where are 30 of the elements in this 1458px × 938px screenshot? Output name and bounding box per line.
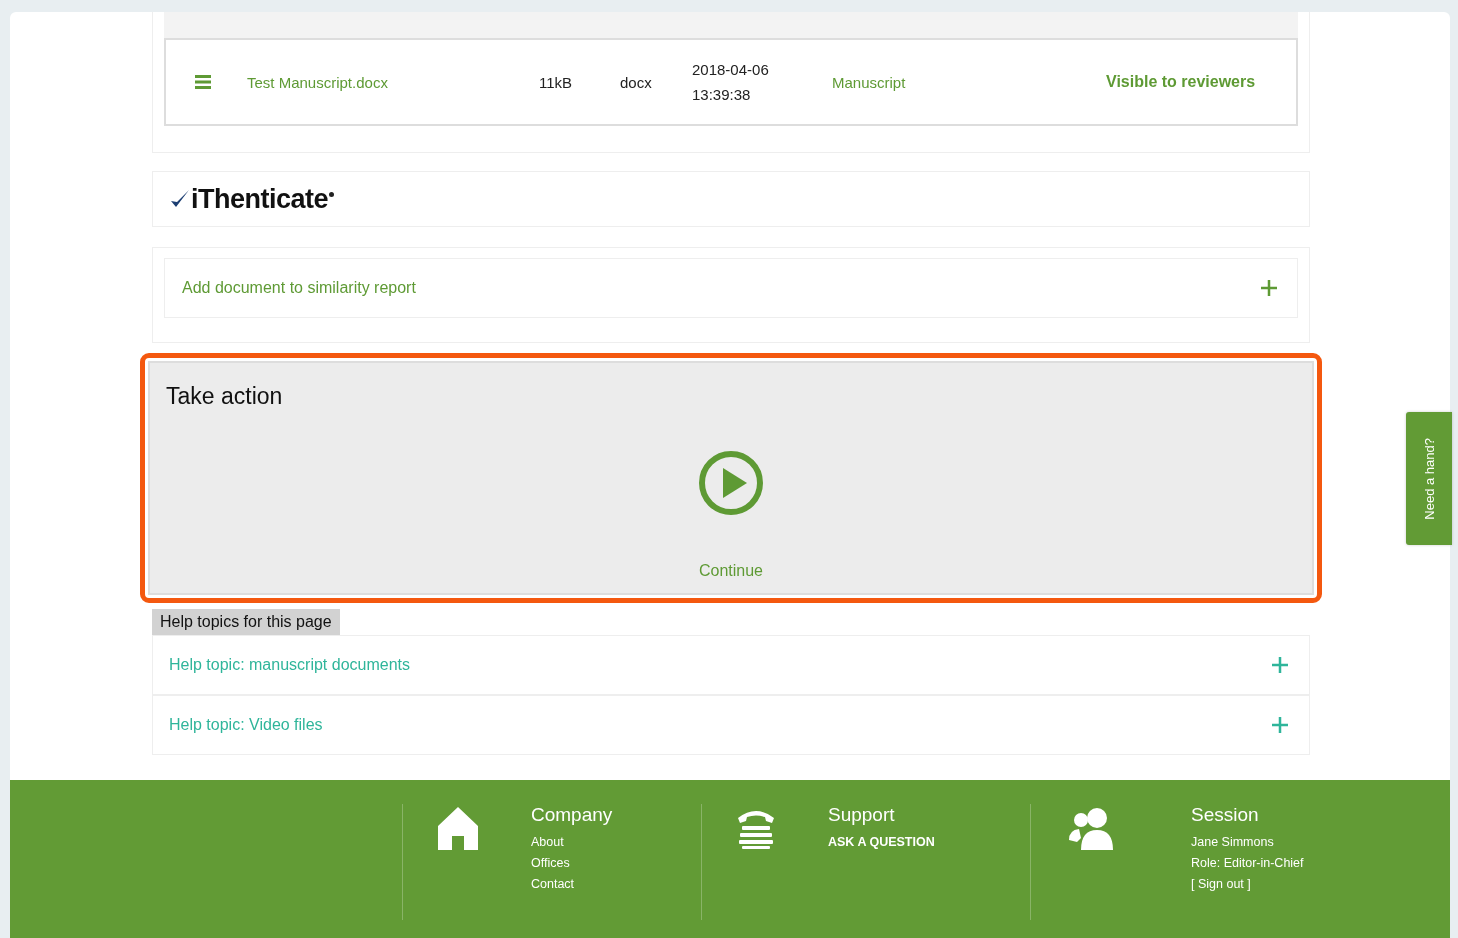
panel-title: Take action	[166, 383, 283, 410]
help-tab[interactable]: Need a hand?	[1406, 412, 1452, 545]
visibility-link[interactable]: Visible to reviewers	[1106, 73, 1256, 91]
help-heading: Help topics for this page	[152, 609, 340, 635]
footer-link[interactable]: About	[531, 832, 564, 853]
table-cell-text: docx	[620, 73, 653, 91]
footer-link[interactable]: Offices	[531, 853, 570, 874]
help-topic[interactable]: Help topic: Video files	[152, 695, 1310, 755]
help-topic[interactable]: Help topic: manuscript documents	[152, 635, 1310, 695]
continue-link[interactable]: Continue	[698, 562, 763, 580]
footer-link[interactable]: Role: Editor-in-Chief	[1191, 853, 1304, 874]
footer-link[interactable]: Contact	[531, 874, 575, 895]
plus-icon	[1260, 279, 1278, 297]
plus-icon	[1271, 656, 1289, 674]
footer-heading: Support	[828, 804, 895, 826]
footer-link[interactable]: ASK A QUESTION	[828, 832, 935, 853]
table-cell-text: 2018-04-06 13:39:38	[692, 60, 770, 105]
add-document-row[interactable]: Add document to similarity report	[164, 258, 1298, 318]
play-icon[interactable]	[698, 450, 764, 516]
home-icon	[437, 806, 479, 850]
footer-heading: Session	[1191, 804, 1259, 826]
footer-heading: Company	[531, 804, 613, 826]
file-type-link[interactable]: Manuscript	[832, 73, 1012, 91]
table-cell-text: 11kB	[539, 73, 574, 91]
menu-icon[interactable]	[195, 75, 211, 89]
ithenticate-logo: iThenticate	[169, 183, 335, 215]
footer-link[interactable]: [ Sign out ]	[1191, 874, 1251, 895]
plus-icon	[1271, 716, 1289, 734]
footer-link[interactable]: Jane Simmons	[1191, 832, 1274, 853]
file-name-link[interactable]: Test Manuscript.docx	[247, 73, 539, 91]
